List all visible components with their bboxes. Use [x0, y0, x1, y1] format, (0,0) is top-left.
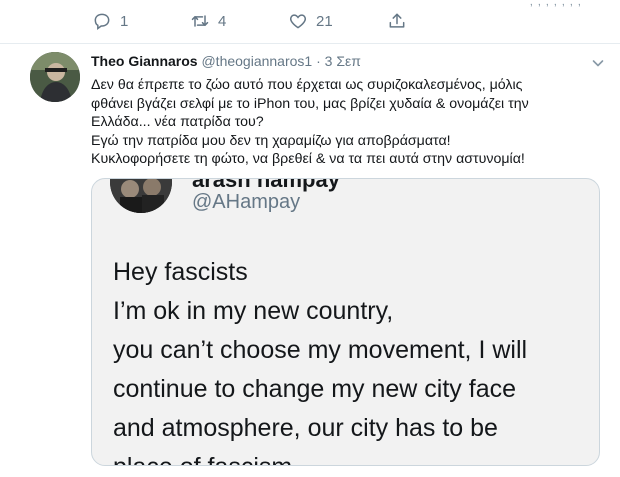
- avatar-photo: [30, 52, 80, 102]
- tweet-text: Δεν θα έπρεπε το ζώο αυτό που έρχεται ως…: [91, 76, 606, 169]
- like-button[interactable]: 21: [288, 10, 333, 32]
- previous-tweet-footer: ‚ ‚ ‚ ‚ ‚ ‚ ‚ 1 4 21: [0, 0, 620, 44]
- embedded-text-line: continue to change my new city face: [113, 375, 517, 403]
- reply-count: 1: [120, 12, 129, 30]
- embedded-avatar: [110, 179, 172, 213]
- author-name[interactable]: Theo Giannaros: [91, 53, 198, 69]
- retweet-button[interactable]: 4: [190, 10, 226, 32]
- tweet-text-line: Κυκλοφορήσετε τη φώτο, να βρεθεί & να τα…: [91, 151, 525, 167]
- heart-icon: [289, 14, 307, 29]
- retweet-icon: [191, 15, 209, 27]
- tweet-header: Theo Giannaros @theogiannaros1 · 3 Σεπ: [91, 53, 361, 69]
- author-avatar[interactable]: [30, 52, 80, 102]
- reply-button[interactable]: 1: [92, 10, 128, 32]
- reply-icon: [94, 13, 110, 30]
- embedded-author-handle: @AHampay: [192, 191, 301, 213]
- tweet-text-line: Ελλάδα... νέα πατρίδα του?: [91, 114, 264, 130]
- like-count: 21: [316, 12, 333, 30]
- tweet-text-line: Δεν θα έπρεπε το ζώο αυτό που έρχεται ως…: [91, 77, 523, 93]
- embedded-text-line: Hey fascists: [113, 258, 248, 286]
- tweet-text-line: Εγώ την πατρίδα μου δεν τη χαραμίζω για …: [91, 132, 451, 149]
- embedded-text-line: place of fascism: [113, 448, 527, 465]
- chevron-down-icon[interactable]: [590, 55, 606, 71]
- separator-dot: ·: [316, 53, 321, 69]
- share-button[interactable]: [387, 10, 407, 32]
- tweet-timestamp[interactable]: 3 Σεπ: [325, 53, 361, 69]
- author-handle[interactable]: @theogiannaros1: [201, 53, 312, 69]
- tweet-text-line: φθάνει βγάζει σελφί με το iPhon του, μας…: [91, 95, 529, 112]
- embedded-text-line: and atmosphere, our city has to be: [113, 414, 498, 442]
- clipped-previous-text: ‚ ‚ ‚ ‚ ‚ ‚ ‚: [530, 0, 582, 8]
- tweet-media-image[interactable]: arash hampay @AHampay Hey fascists I’m o…: [91, 178, 600, 466]
- share-icon: [389, 13, 405, 28]
- retweet-count: 4: [218, 12, 227, 30]
- embedded-tweet-text: Hey fascists I’m ok in my new country, y…: [113, 253, 528, 465]
- embedded-text-line: you can’t choose my movement, I will: [113, 336, 528, 364]
- embedded-text-line: I’m ok in my new country,: [113, 297, 394, 325]
